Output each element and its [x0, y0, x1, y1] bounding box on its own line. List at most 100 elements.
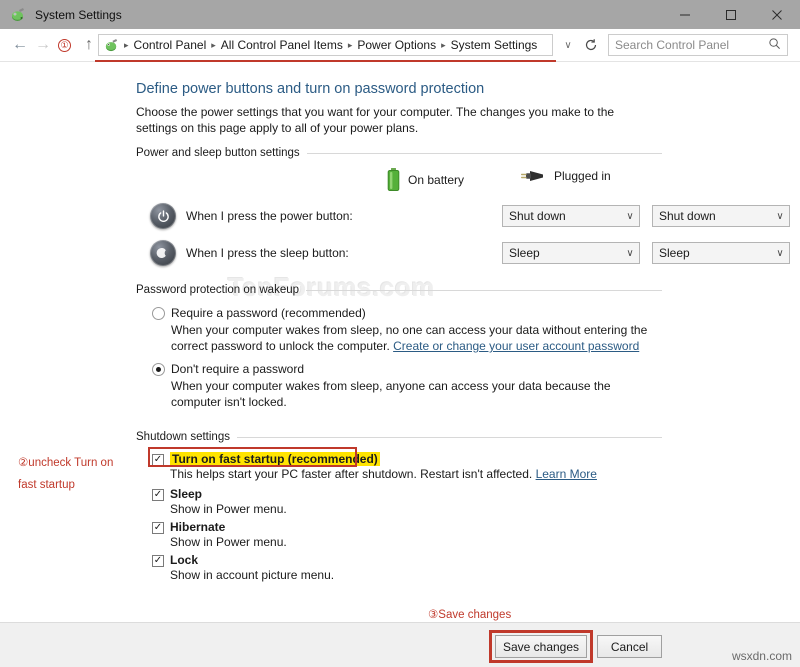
chevron-down-icon: ∨ — [621, 211, 639, 222]
group-legend-label: Password protection on wakeup — [136, 284, 299, 296]
breadcrumb-separator: ▸ — [346, 40, 355, 51]
checkbox-label-lock: Lock — [170, 553, 198, 567]
radio-label-dont-require-password: Don't require a password — [171, 362, 304, 376]
checkbox-checked-icon[interactable]: ✓ — [152, 555, 164, 567]
dropdown-power-button-on-battery[interactable]: Shut down ∨ — [502, 205, 640, 227]
search-box[interactable]: Search Control Panel — [608, 34, 788, 56]
sleep-moon-icon — [150, 240, 176, 266]
watermark-wsxdn: wsxdn.com — [732, 649, 792, 663]
checkbox-row[interactable]: ✓ Turn on fast startup (recommended) — [152, 452, 652, 466]
system-settings-icon — [10, 7, 26, 23]
title-bar-left: System Settings — [0, 7, 122, 23]
annotation-line-2: fast startup — [18, 474, 113, 496]
save-changes-button[interactable]: Save changes — [495, 635, 587, 658]
chevron-down-icon[interactable]: ∨ — [558, 34, 578, 56]
dropdown-sleep-button-on-battery[interactable]: Sleep ∨ — [502, 242, 640, 264]
window-title: System Settings — [35, 8, 122, 22]
power-button-icon — [150, 203, 176, 229]
radio-description-dont-require-password: When your computer wakes from sleep, any… — [171, 378, 651, 410]
row-label-power-button: When I press the power button: — [186, 209, 358, 223]
breadcrumb-item-power-options[interactable]: Power Options — [354, 38, 439, 52]
address-bar[interactable]: ▸ Control Panel ▸ All Control Panel Item… — [98, 34, 553, 56]
checkbox-item-hibernate[interactable]: ✓ Hibernate Show in Power menu. — [152, 520, 652, 549]
checkbox-checked-icon[interactable]: ✓ — [152, 454, 164, 466]
checkbox-label-sleep: Sleep — [170, 487, 202, 501]
page-description: Choose the power settings that you want … — [136, 104, 656, 136]
link-create-or-change-password[interactable]: Create or change your user account passw… — [393, 339, 639, 353]
group-legend-label: Power and sleep button settings — [136, 147, 300, 159]
breadcrumb-item-all-control-panel-items[interactable]: All Control Panel Items — [218, 38, 346, 52]
radio-option-require-password[interactable]: Require a password (recommended) When yo… — [152, 306, 652, 354]
chevron-down-icon: ∨ — [771, 248, 789, 259]
settings-content: TenForums.com Define power buttons and t… — [0, 62, 800, 622]
window-controls — [662, 0, 800, 29]
power-symbol-icon — [150, 203, 176, 229]
breadcrumb-item-control-panel[interactable]: Control Panel — [131, 38, 210, 52]
page-title: Define power buttons and turn on passwor… — [136, 81, 484, 97]
column-header-label: Plugged in — [554, 169, 611, 183]
minimize-icon[interactable] — [662, 0, 708, 29]
chevron-down-icon: ∨ — [621, 248, 639, 259]
checkbox-checked-icon[interactable]: ✓ — [152, 489, 164, 501]
checkbox-row[interactable]: ✓ Lock — [152, 553, 652, 567]
search-input[interactable]: Search Control Panel — [615, 38, 768, 52]
power-plug-icon — [520, 168, 546, 184]
checkbox-item-lock[interactable]: ✓ Lock Show in account picture menu. — [152, 553, 652, 582]
checkbox-item-sleep[interactable]: ✓ Sleep Show in Power menu. — [152, 487, 652, 516]
dropdown-value: Shut down — [659, 209, 771, 223]
link-learn-more[interactable]: Learn More — [536, 467, 597, 481]
up-arrow-icon[interactable]: ↑ — [79, 35, 99, 55]
dialog-footer: Save changes Cancel wsxdn.com — [0, 622, 800, 667]
group-rule — [237, 437, 662, 438]
dropdown-value: Sleep — [509, 246, 621, 260]
radio-option-header[interactable]: Don't require a password — [152, 362, 652, 376]
checkbox-label-hibernate: Hibernate — [170, 520, 225, 534]
row-label-sleep-button: When I press the sleep button: — [186, 246, 358, 260]
checkbox-description-hibernate: Show in Power menu. — [170, 535, 652, 549]
column-header-plugged-in: Plugged in — [520, 168, 611, 184]
radio-option-dont-require-password[interactable]: Don't require a password When your compu… — [152, 362, 652, 410]
column-header-label: On battery — [408, 173, 464, 187]
group-rule — [307, 153, 662, 154]
group-legend-shutdown-settings: Shutdown settings — [136, 431, 662, 443]
checkbox-row[interactable]: ✓ Sleep — [152, 487, 652, 501]
radio-button-checked-icon[interactable] — [152, 363, 165, 376]
forward-arrow-icon[interactable]: → — [33, 35, 53, 55]
group-legend-password-protection: Password protection on wakeup — [136, 284, 662, 296]
checkbox-label-fast-startup: Turn on fast startup (recommended) — [170, 452, 380, 466]
refresh-icon[interactable] — [580, 34, 602, 56]
radio-button-unchecked-icon[interactable] — [152, 307, 165, 320]
annotation-uncheck-fast-startup: ②uncheck Turn on fast startup — [18, 452, 113, 496]
navigation-bar: ← → ① ↑ ▸ Control Panel ▸ All Control Pa… — [0, 29, 800, 62]
radio-description-require-password: When your computer wakes from sleep, no … — [171, 322, 651, 354]
group-legend-power-sleep: Power and sleep button settings — [136, 147, 662, 159]
column-header-on-battery: On battery — [387, 168, 464, 192]
annotation-number-1: ① — [58, 38, 71, 52]
breadcrumb-separator: ▸ — [209, 40, 218, 51]
breadcrumb-separator: ▸ — [122, 40, 131, 51]
annotation-line-1: ②uncheck Turn on — [18, 452, 113, 474]
checkbox-row[interactable]: ✓ Hibernate — [152, 520, 652, 534]
search-icon[interactable] — [768, 37, 781, 53]
checkbox-description-fast-startup: This helps start your PC faster after sh… — [170, 467, 652, 481]
dropdown-sleep-button-plugged-in[interactable]: Sleep ∨ — [652, 242, 790, 264]
checkbox-checked-icon[interactable]: ✓ — [152, 522, 164, 534]
row-sleep-button: When I press the sleep button: Sleep ∨ S… — [150, 239, 358, 267]
breadcrumb-item-system-settings[interactable]: System Settings — [448, 38, 541, 52]
group-legend-label: Shutdown settings — [136, 431, 230, 443]
checkbox-description-text: This helps start your PC faster after sh… — [170, 467, 536, 481]
radio-option-header[interactable]: Require a password (recommended) — [152, 306, 652, 320]
back-arrow-icon[interactable]: ← — [10, 35, 30, 55]
close-icon[interactable] — [754, 0, 800, 29]
checkbox-item-fast-startup[interactable]: ✓ Turn on fast startup (recommended) Thi… — [152, 452, 652, 481]
maximize-icon[interactable] — [708, 0, 754, 29]
cancel-button[interactable]: Cancel — [597, 635, 662, 658]
row-power-button: When I press the power button: Shut down… — [150, 202, 358, 230]
battery-icon — [387, 168, 400, 192]
breadcrumb-control-panel-icon — [104, 38, 119, 53]
checkbox-description-sleep: Show in Power menu. — [170, 502, 652, 516]
checkbox-description-lock: Show in account picture menu. — [170, 568, 652, 582]
radio-label-require-password: Require a password (recommended) — [171, 306, 366, 320]
dropdown-power-button-plugged-in[interactable]: Shut down ∨ — [652, 205, 790, 227]
dropdown-value: Sleep — [659, 246, 771, 260]
